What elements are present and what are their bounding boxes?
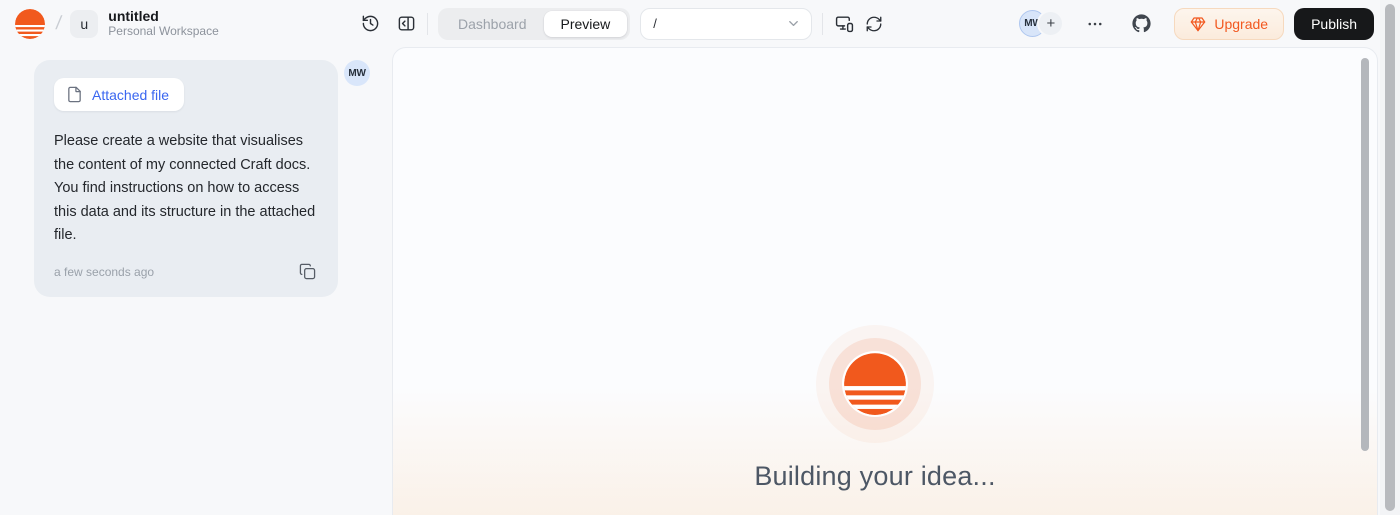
devices-icon [835,16,853,33]
gem-icon [1191,16,1206,31]
copy-message-button[interactable] [296,261,318,283]
panel-toggle-icon [398,16,414,31]
preview-scrollbar-thumb[interactable] [1361,58,1369,451]
attached-file-chip[interactable]: Attached file [54,78,185,111]
route-path: / [653,16,657,31]
route-select[interactable]: / [640,7,813,40]
more-menu-button[interactable] [1080,9,1110,39]
message-text: Please create a website that visualises … [54,133,316,243]
building-status-text: Building your idea... [754,461,996,491]
window-scrollbar [1380,0,1400,515]
top-bar: / u untitled Personal Workspace Dashboar… [0,0,1400,47]
upgrade-button[interactable]: Upgrade [1174,7,1285,40]
github-icon [1132,14,1151,33]
divider [427,12,428,35]
refresh-button[interactable] [859,9,889,39]
project-title-block: untitled Personal Workspace [108,8,219,39]
file-icon [68,86,81,103]
building-state: Building your idea... [393,351,1357,492]
history-icon [362,15,378,32]
workspace-name: Personal Workspace [108,24,219,39]
message-footer: a few seconds ago [54,261,318,283]
view-mode-tabs: Dashboard Preview [438,7,631,40]
app-logo[interactable] [14,8,46,40]
workspace-avatar[interactable]: u [70,9,99,38]
chat-panel: Attached file Please create a website th… [0,47,392,515]
chevron-down-icon [789,21,799,26]
tab-preview[interactable]: Preview [543,10,628,37]
chat-user-avatar: MW [344,60,370,86]
publish-button[interactable]: Publish [1294,7,1374,40]
preview-pane: Building your idea... [392,47,1378,515]
copy-icon [299,263,315,280]
user-message-bubble: Attached file Please create a website th… [34,60,338,297]
logo-glow [842,351,908,417]
breadcrumb-separator: / [54,12,63,34]
devices-button[interactable] [829,9,859,39]
window-scrollbar-thumb[interactable] [1385,4,1395,511]
upgrade-label: Upgrade [1214,15,1269,32]
project-title: untitled [108,8,159,25]
attached-file-label: Attached file [92,86,170,103]
message-timestamp: a few seconds ago [54,264,155,279]
app-logo-large [842,351,908,417]
refresh-icon [866,16,882,31]
collaborators: MW + [1019,10,1065,37]
tab-dashboard[interactable]: Dashboard [441,11,544,37]
history-button[interactable] [355,9,385,39]
github-button[interactable] [1126,9,1156,39]
breadcrumb: / u untitled Personal Workspace [14,8,391,40]
panel-toggle-button[interactable] [391,9,421,39]
add-collaborator-button[interactable]: + [1037,10,1065,37]
divider [822,12,824,35]
more-icon [1088,22,1102,25]
